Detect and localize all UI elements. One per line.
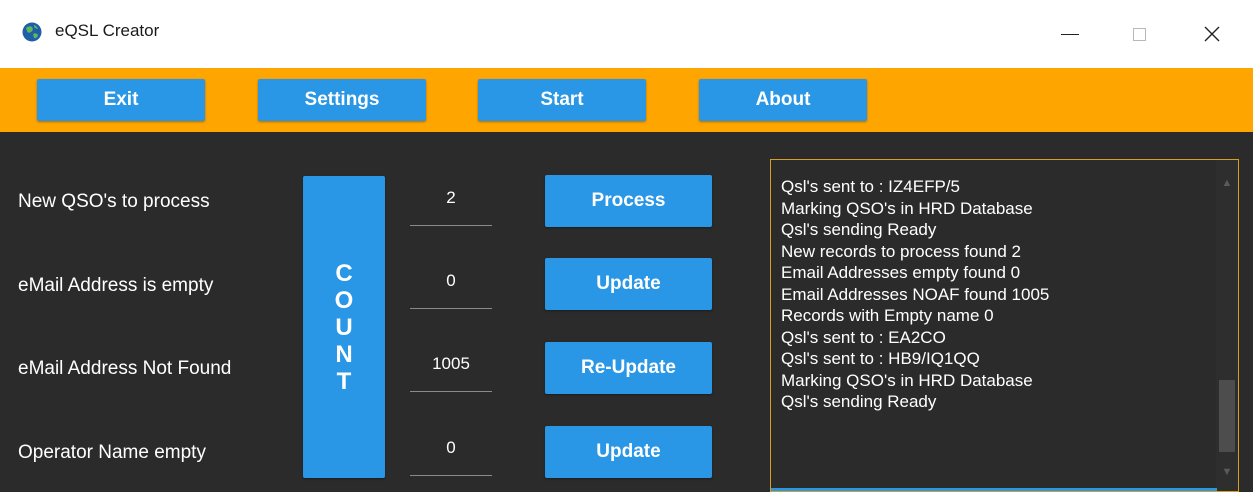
about-button[interactable]: About bbox=[699, 79, 867, 121]
scroll-thumb[interactable] bbox=[1219, 380, 1235, 452]
log-line: Qsl's sent to : HB9/IQ1QQ bbox=[781, 349, 980, 368]
new-qso-count-value: 2 bbox=[410, 176, 492, 226]
log-line: Qsl's sent to : EA2CO bbox=[781, 327, 946, 347]
close-icon bbox=[1204, 26, 1220, 42]
email-not-found-label: eMail Address Not Found bbox=[18, 358, 232, 379]
log-lines: Qsl's sent to : IZ4EFP/5 Marking QSO's i… bbox=[781, 166, 1201, 413]
minimize-button[interactable] bbox=[1040, 0, 1100, 68]
update-operator-name-button[interactable]: Update bbox=[545, 426, 712, 478]
maximize-button[interactable] bbox=[1109, 0, 1169, 68]
log-scrollbar[interactable]: ▲ ▼ bbox=[1216, 160, 1238, 491]
log-line: Email Addresses empty found 0 bbox=[781, 263, 1021, 282]
count-letter: T bbox=[336, 367, 352, 395]
count-button[interactable]: C O U N T bbox=[303, 176, 385, 478]
process-button[interactable]: Process bbox=[545, 175, 712, 227]
re-update-button[interactable]: Re-Update bbox=[545, 342, 712, 394]
email-not-found-count-value: 1005 bbox=[410, 342, 492, 392]
log-line: Qsl's sending Ready bbox=[781, 220, 937, 239]
app-window: eQSL Creator Exit Settings Start About N… bbox=[0, 0, 1253, 492]
log-line: Marking QSO's in HRD Database bbox=[781, 198, 1033, 218]
count-letter: C bbox=[335, 259, 353, 287]
log-line: Email Addresses NOAF found 1005 bbox=[781, 284, 1050, 304]
settings-button[interactable]: Settings bbox=[258, 79, 426, 121]
globe-icon bbox=[22, 22, 42, 42]
count-letter: N bbox=[335, 340, 353, 368]
log-line: New records to process found 2 bbox=[781, 241, 1022, 261]
start-button[interactable]: Start bbox=[478, 79, 646, 121]
window-title: eQSL Creator bbox=[55, 21, 160, 40]
operator-name-empty-label: Operator Name empty bbox=[18, 442, 206, 463]
log-partial-line bbox=[781, 166, 1201, 176]
toolbar: Exit Settings Start About bbox=[0, 68, 1253, 132]
log-panel[interactable]: Qsl's sent to : IZ4EFP/5 Marking QSO's i… bbox=[770, 159, 1239, 492]
minimize-icon bbox=[1061, 33, 1079, 35]
operator-name-empty-count-value: 0 bbox=[410, 426, 492, 476]
scroll-down-arrow-icon[interactable]: ▼ bbox=[1216, 461, 1238, 483]
new-qso-label: New QSO's to process bbox=[18, 191, 210, 212]
close-button[interactable] bbox=[1182, 0, 1242, 68]
log-line: Marking QSO's in HRD Database bbox=[781, 370, 1033, 390]
count-letter: U bbox=[335, 313, 353, 341]
scroll-up-arrow-icon[interactable]: ▲ bbox=[1216, 172, 1238, 194]
title-bar: eQSL Creator bbox=[0, 0, 1253, 69]
exit-button[interactable]: Exit bbox=[37, 79, 205, 121]
maximize-icon bbox=[1132, 27, 1146, 41]
log-line: Records with Empty name 0 bbox=[781, 306, 994, 325]
count-letter: O bbox=[334, 286, 354, 314]
update-email-empty-button[interactable]: Update bbox=[545, 258, 712, 310]
email-empty-count-value: 0 bbox=[410, 259, 492, 309]
log-line: Qsl's sent to : IZ4EFP/5 bbox=[781, 177, 960, 196]
log-bottom-accent bbox=[771, 488, 1217, 491]
log-line: Qsl's sending Ready bbox=[781, 392, 937, 411]
email-empty-label: eMail Address is empty bbox=[18, 275, 214, 296]
